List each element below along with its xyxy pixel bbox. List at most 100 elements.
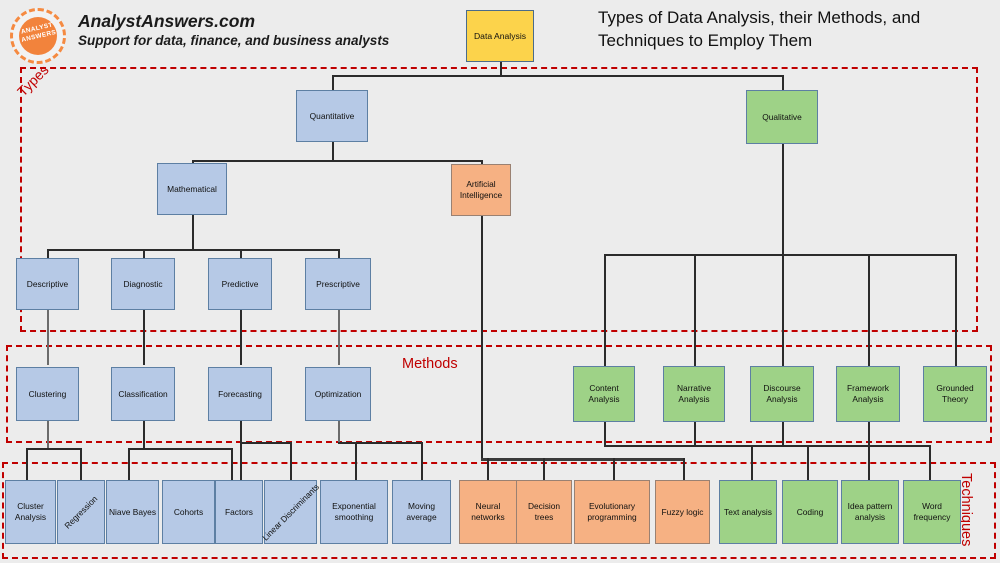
node-cohorts[interactable]: Cohorts [162,480,215,544]
edge-descriptive-clustering [47,309,49,365]
page-title: Types of Data Analysis, their Methods, a… [598,8,921,50]
node-label: Clustering [28,388,67,399]
edge-to-grounded [955,254,957,366]
site-tagline: Support for data, finance, and business … [78,33,390,48]
node-fuzzy-logic[interactable]: Fuzzy logic [655,480,710,544]
node-optimization[interactable]: Optimization [305,367,371,421]
edge-qual-bus [604,254,956,256]
node-label: Fuzzy logic [661,506,704,517]
node-narrative-analysis[interactable]: Narrative Analysis [663,366,725,422]
edge-quant-bus [192,160,482,162]
node-evolutionary-programming[interactable]: Evolutionary programming [574,480,650,544]
site-name: AnalystAnswers.com [78,11,256,31]
node-classification[interactable]: Classification [111,367,175,421]
node-decision-trees[interactable]: Decision trees [516,480,572,544]
node-label: Decision trees [527,501,561,522]
node-label: Optimization [314,388,362,399]
node-label: Regression [62,493,100,531]
edge-to-niave-bayes [128,448,130,480]
node-cluster-analysis[interactable]: Cluster Analysis [5,480,56,544]
edge-to-cluster-analysis [26,448,28,480]
node-label: Forecasting [218,388,262,399]
node-label: Factors [225,506,253,517]
node-artificial-intelligence[interactable]: Artificial Intelligence [451,164,511,216]
edge-to-idea-pattern [868,445,870,480]
node-label: Mathematical [167,183,217,194]
node-label: Artificial Intelligence [459,179,503,200]
edge-framework-bus [868,445,930,447]
node-label: Predictive [221,278,259,289]
node-prescriptive[interactable]: Prescriptive [305,258,371,310]
node-clustering[interactable]: Clustering [16,367,79,421]
node-text-analysis[interactable]: Text analysis [719,480,777,544]
edge-optimization-bus [338,442,422,444]
node-regression[interactable]: Regression [57,480,105,544]
node-word-frequency[interactable]: Word frequency [903,480,961,544]
node-label: Discourse Analysis [763,383,801,404]
node-idea-pattern-analysis[interactable]: Idea pattern analysis [841,480,899,544]
edge-root-bus [333,75,783,77]
edge-clustering-down [47,421,49,449]
node-label: Idea pattern analysis [847,501,893,522]
edge-to-neural [487,458,489,480]
node-niave-bayes[interactable]: Niave Bayes [106,480,159,544]
node-label: Data Analysis [473,30,527,41]
edge-to-coding [807,445,809,480]
node-factors[interactable]: Factors [215,480,263,544]
edge-to-lin-disc [290,442,292,480]
edge-prescriptive-optimization [338,309,340,365]
edge-to-narrative [694,254,696,366]
edge-framework-down [868,421,870,446]
edge-ai-bus [481,458,685,461]
edge-predictive-forecasting [240,309,242,365]
node-label: Framework Analysis [847,383,889,404]
node-content-analysis[interactable]: Content Analysis [573,366,635,422]
node-diagnostic[interactable]: Diagnostic [111,258,175,310]
frame-label-methods: Methods [396,356,464,372]
edge-ai-down [481,215,483,460]
edge-math-down [192,215,194,250]
node-label: Content Analysis [588,383,620,404]
node-linear-discriminants[interactable]: Linear Discriminants [260,480,321,544]
node-label: Text analysis [724,506,772,517]
edge-to-word-freq [929,445,931,480]
edge-to-quantitative [332,75,334,91]
node-mathematical[interactable]: Mathematical [157,163,227,215]
node-label: Grounded Theory [936,383,974,404]
node-label: Cohorts [173,506,204,517]
edge-classification-down [143,421,145,449]
node-forecasting[interactable]: Forecasting [208,367,272,421]
node-label: Exponential smoothing [332,501,376,522]
diagram-canvas: ANALYST ANSWERS AnalystAnswers.com Suppo… [0,0,1000,563]
node-label: Evolutionary programming [587,501,637,522]
edge-optimization-down [338,421,340,443]
node-grounded-theory[interactable]: Grounded Theory [923,366,987,422]
node-framework-analysis[interactable]: Framework Analysis [836,366,900,422]
node-exponential-smoothing[interactable]: Exponential smoothing [320,480,388,544]
edge-forecasting-bus [240,442,291,444]
edge-to-cohorts [231,448,233,480]
node-coding[interactable]: Coding [782,480,838,544]
node-label: Niave Bayes [109,506,157,517]
edge-to-moving-average [421,442,423,480]
edge-discourse-down [782,421,784,446]
node-moving-average[interactable]: Moving average [392,480,451,544]
node-label: Prescriptive [316,278,360,289]
node-label: Moving average [406,501,437,522]
node-predictive[interactable]: Predictive [208,258,272,310]
edge-to-content [604,254,606,366]
node-label: Qualitative [762,111,802,122]
edge-to-qualitative [782,75,784,91]
node-label: Diagnostic [123,278,163,289]
node-data-analysis[interactable]: Data Analysis [466,10,534,62]
edge-narrative-down [694,421,696,446]
edge-root-down [500,62,502,76]
node-descriptive[interactable]: Descriptive [16,258,79,310]
node-discourse-analysis[interactable]: Discourse Analysis [750,366,814,422]
node-quantitative[interactable]: Quantitative [296,90,368,142]
node-qualitative[interactable]: Qualitative [746,90,818,144]
edge-clustering-bus [26,448,82,450]
node-label: Coding [796,506,824,517]
node-neural-networks[interactable]: Neural networks [459,480,517,544]
edge-to-dec-trees [543,458,545,480]
